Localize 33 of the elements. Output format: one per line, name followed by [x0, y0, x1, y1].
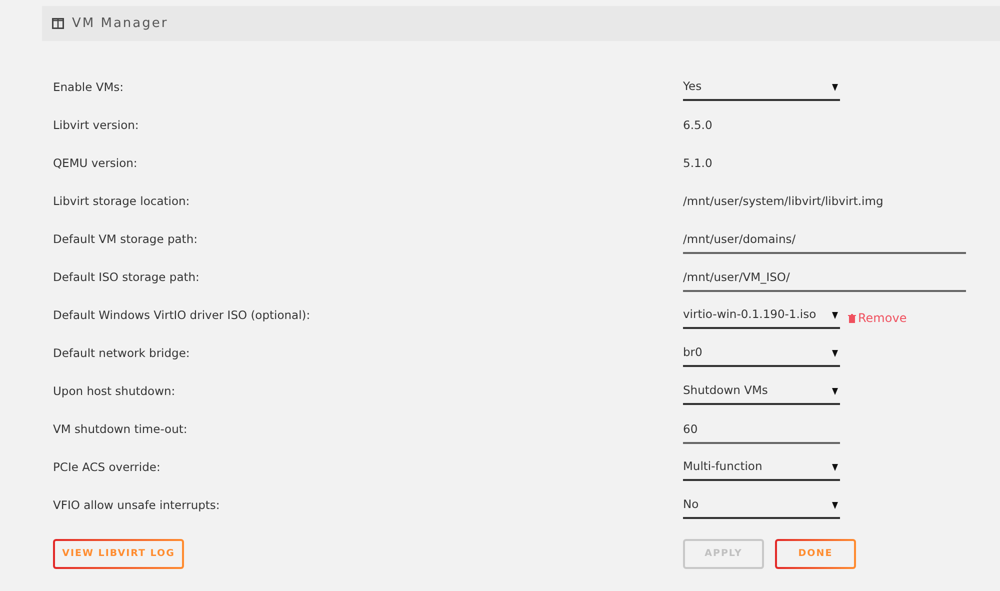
section-title: VM Manager	[72, 14, 168, 33]
setting-label: Default ISO storage path:	[53, 269, 200, 286]
caret-icon	[832, 84, 838, 90]
setting-label: Default VM storage path:	[53, 231, 198, 248]
setting-label: QEMU version:	[53, 155, 138, 172]
setting-label: Upon host shutdown:	[53, 383, 176, 400]
setting-label: Default network bridge:	[53, 345, 191, 362]
dropdown-field[interactable]: Yes	[683, 75, 840, 101]
setting-value: 5.1.0	[683, 155, 712, 172]
setting-label: VFIO allow unsafe interrupts:	[53, 497, 221, 514]
path-field[interactable]: /mnt/user/domains/	[683, 226, 966, 254]
dropdown-field[interactable]: br0	[683, 341, 840, 367]
setting-label: Default Windows VirtIO driver ISO (optional):	[53, 307, 312, 324]
caret-icon	[832, 350, 838, 356]
dropdown-field[interactable]: Shutdown VMs	[683, 379, 840, 405]
setting-label: PCIe ACS override:	[53, 459, 162, 476]
caret-icon	[832, 502, 838, 508]
input-field[interactable]: 60	[683, 416, 840, 444]
columns-icon	[52, 18, 64, 29]
path-field[interactable]: /mnt/user/VM_ISO/	[683, 264, 966, 292]
setting-label: Enable VMs:	[53, 79, 124, 96]
dropdown-field[interactable]: No	[683, 493, 840, 519]
setting-value: 6.5.0	[683, 117, 712, 134]
dropdown-field[interactable]: virtio-win-0.1.190-1.iso	[683, 303, 840, 329]
caret-icon	[832, 388, 838, 394]
setting-value: /mnt/user/system/libvirt/libvirt.img	[683, 193, 884, 210]
caret-icon	[832, 464, 838, 470]
setting-label: Libvirt version:	[53, 117, 140, 134]
setting-label: Libvirt storage location:	[53, 193, 191, 210]
setting-label: VM shutdown time-out:	[53, 421, 188, 438]
dropdown-field[interactable]: Multi-function	[683, 455, 840, 481]
caret-icon	[832, 312, 838, 318]
trash-icon	[848, 314, 856, 322]
